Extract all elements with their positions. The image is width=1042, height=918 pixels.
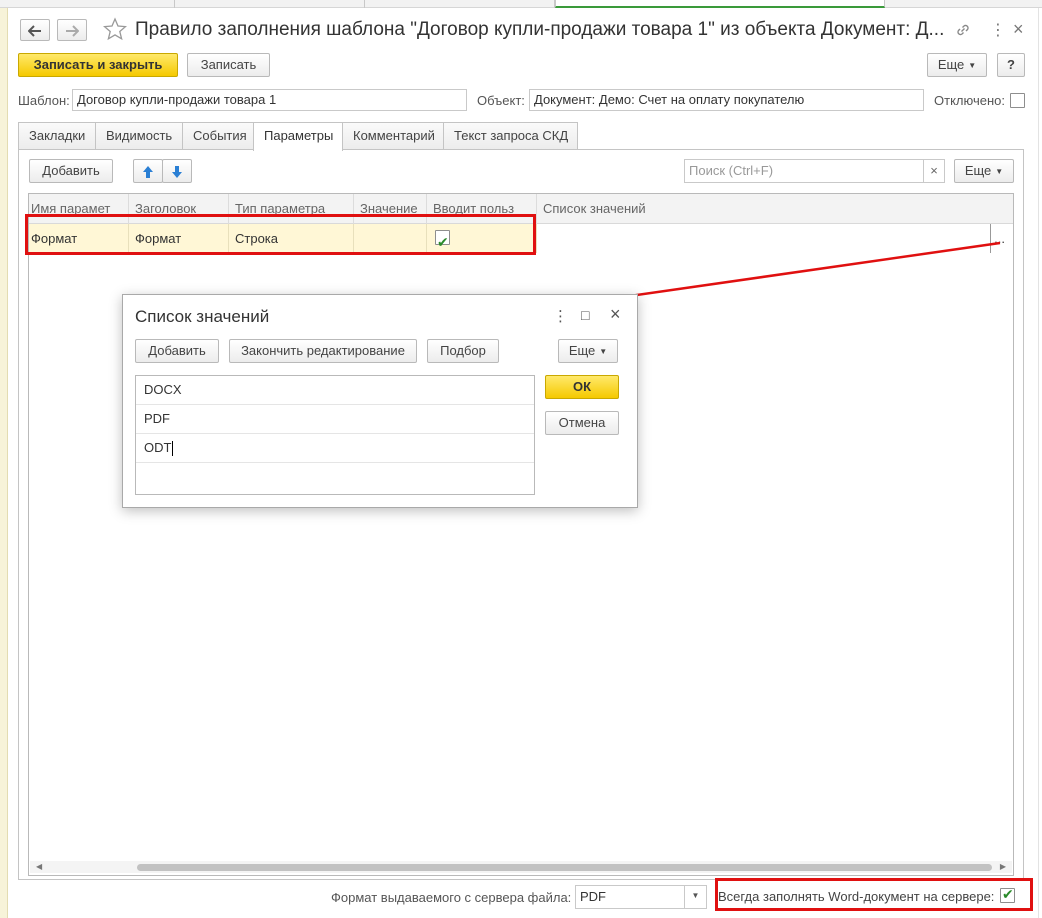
- move-down-button[interactable]: [162, 159, 192, 183]
- column-header-value-list[interactable]: Список значений: [537, 194, 1013, 224]
- top-tab-segment-active[interactable]: [555, 0, 885, 8]
- save-button[interactable]: Записать: [187, 53, 270, 77]
- back-button[interactable]: [20, 19, 50, 41]
- caret-down-icon: ▼: [995, 166, 1004, 176]
- window-title: Правило заполнения шаблона "Договор купл…: [135, 19, 945, 40]
- dialog-maximize-icon[interactable]: □: [581, 307, 589, 323]
- right-panel-strip: [1038, 8, 1042, 918]
- ellipsis-button[interactable]: ...: [990, 224, 1005, 253]
- text-cursor: [172, 441, 174, 457]
- arrow-down-icon: [172, 165, 182, 178]
- horizontal-scrollbar[interactable]: ◀ ▶: [30, 861, 1012, 873]
- scroll-right-icon[interactable]: ▶: [1000, 861, 1006, 873]
- favorite-button[interactable]: [102, 17, 128, 44]
- caret-down-icon: ▼: [968, 60, 977, 70]
- add-parameter-button[interactable]: Добавить: [29, 159, 113, 183]
- tab-skd-query[interactable]: Текст запроса СКД: [443, 122, 578, 150]
- dialog-more-icon[interactable]: ⋮: [553, 307, 568, 325]
- link-button[interactable]: [955, 22, 971, 41]
- finish-editing-button[interactable]: Закончить редактирование: [229, 339, 417, 363]
- more-button-label: Еще: [937, 57, 965, 72]
- forward-button[interactable]: [57, 19, 87, 41]
- arrow-right-icon: [66, 24, 80, 37]
- tab-visibility[interactable]: Видимость: [95, 122, 183, 150]
- top-tab-segment[interactable]: [0, 0, 175, 8]
- dialog-more-label: Еще: [568, 343, 596, 358]
- top-tab-strip: [0, 0, 1042, 8]
- pick-button[interactable]: Подбор: [427, 339, 499, 363]
- more-vertical-icon[interactable]: ⋮: [990, 20, 1006, 40]
- checkmark-icon: ✔: [1002, 886, 1014, 902]
- tab-bookmarks[interactable]: Закладки: [18, 122, 96, 150]
- scrollbar-thumb[interactable]: [137, 864, 992, 871]
- star-icon: [102, 17, 128, 41]
- dialog-title: Список значений: [135, 307, 270, 326]
- dialog-close-icon[interactable]: ×: [610, 304, 621, 325]
- close-icon[interactable]: ×: [1013, 19, 1024, 40]
- disabled-label: Отключено:: [934, 93, 1005, 108]
- list-item-text[interactable]: ODT: [144, 440, 171, 455]
- top-tab-segment[interactable]: [365, 0, 555, 8]
- object-field[interactable]: Документ: Демо: Счет на оплату покупател…: [529, 89, 924, 111]
- left-panel-strip: [0, 8, 8, 918]
- tab-events[interactable]: События: [182, 122, 254, 150]
- move-up-button[interactable]: [133, 159, 163, 183]
- caret-down-icon[interactable]: ▼: [684, 886, 706, 908]
- params-more-button[interactable]: Еще ▼: [954, 159, 1014, 183]
- cancel-button[interactable]: Отмена: [545, 411, 619, 435]
- top-tab-segment[interactable]: [175, 0, 365, 8]
- dialog-add-button[interactable]: Добавить: [135, 339, 219, 363]
- scroll-left-icon[interactable]: ◀: [36, 861, 42, 873]
- cell-value-list[interactable]: ...: [537, 224, 1013, 253]
- save-and-close-button[interactable]: Записать и закрыть: [18, 53, 178, 77]
- link-icon: [957, 24, 969, 36]
- annotation-highlight-row: [25, 214, 536, 255]
- more-button[interactable]: Еще ▼: [927, 53, 987, 77]
- always-fill-checkbox[interactable]: ✔: [1000, 886, 1015, 903]
- search-input[interactable]: Поиск (Ctrl+F): [684, 159, 924, 183]
- template-label: Шаблон:: [18, 93, 70, 108]
- tab-comment[interactable]: Комментарий: [342, 122, 444, 150]
- template-field[interactable]: Договор купли-продажи товара 1: [72, 89, 467, 111]
- object-label: Объект:: [477, 93, 525, 108]
- arrow-left-icon: [27, 24, 41, 37]
- tab-parameters[interactable]: Параметры: [253, 122, 343, 151]
- list-item-editing[interactable]: ODT: [136, 434, 534, 463]
- caret-down-icon: ▼: [599, 346, 608, 356]
- arrow-up-icon: [143, 165, 153, 178]
- list-item[interactable]: PDF: [136, 405, 534, 434]
- values-list: DOCX PDF ODT: [135, 375, 535, 495]
- format-select-value: PDF: [580, 889, 606, 904]
- help-button[interactable]: ?: [997, 53, 1025, 77]
- format-label: Формат выдаваемого с сервера файла:: [331, 890, 572, 905]
- value-list-dialog: Список значений ⋮ □ × Добавить Закончить…: [122, 294, 638, 508]
- search-clear-button[interactable]: ×: [923, 159, 945, 183]
- dialog-more-button[interactable]: Еще ▼: [558, 339, 618, 363]
- ok-button[interactable]: ОК: [545, 375, 619, 399]
- list-item[interactable]: DOCX: [136, 376, 534, 405]
- format-select[interactable]: PDF ▼: [575, 885, 707, 909]
- always-fill-label: Всегда заполнять Word-документ на сервер…: [718, 889, 995, 904]
- params-more-label: Еще: [964, 163, 992, 178]
- disabled-checkbox[interactable]: [1010, 93, 1025, 108]
